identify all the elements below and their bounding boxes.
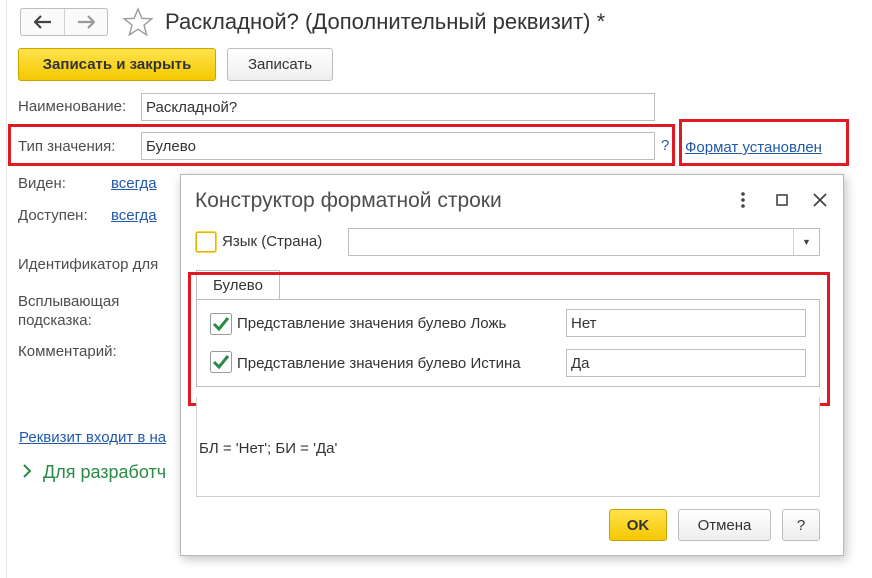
maximize-icon[interactable] <box>771 189 793 211</box>
available-link[interactable]: всегда <box>111 207 157 225</box>
boolean-highlight <box>188 272 830 406</box>
save-and-close-button[interactable]: Записать и закрыть <box>18 48 216 81</box>
dev-section-title: Для разработч <box>43 462 167 482</box>
format-link[interactable]: Формат установлен <box>685 139 822 157</box>
comment-label: Комментарий: <box>18 343 117 360</box>
type-label: Тип значения: <box>18 138 116 155</box>
window-title: Раскладной? (Дополнительный реквизит) * <box>165 9 606 34</box>
ok-button[interactable]: OK <box>609 509 667 541</box>
arrow-right-icon <box>78 15 95 29</box>
forward-button[interactable] <box>64 9 107 35</box>
tooltip-label-line2: подсказка: <box>18 312 92 329</box>
language-select[interactable]: ▼ <box>348 228 820 256</box>
close-icon[interactable] <box>809 189 831 211</box>
dialog-title: Конструктор форматной строки <box>195 189 502 212</box>
available-label: Доступен: <box>18 207 88 224</box>
type-field[interactable]: Булево <box>141 132 655 160</box>
visible-link[interactable]: всегда <box>111 175 157 193</box>
language-checkbox[interactable] <box>196 232 216 252</box>
format-string-dialog: Конструктор форматной строки Язык (Стран… <box>180 174 844 556</box>
chevron-down-icon[interactable]: ▼ <box>793 229 819 255</box>
left-border <box>6 0 7 578</box>
name-field[interactable]: Раскладной? <box>141 93 655 121</box>
nav-buttons <box>20 8 108 36</box>
property-set-link[interactable]: Реквизит входит в на <box>19 429 166 447</box>
save-button[interactable]: Записать <box>227 48 333 81</box>
cancel-button[interactable]: Отмена <box>678 509 771 541</box>
favorite-button[interactable] <box>122 7 154 37</box>
chevron-right-icon <box>23 464 32 478</box>
identifier-label: Идентификатор для <box>18 256 159 273</box>
back-button[interactable] <box>21 9 64 35</box>
help-button[interactable]: ? <box>782 509 820 541</box>
more-vertical-icon[interactable] <box>732 189 754 211</box>
visible-label: Виден: <box>18 175 66 192</box>
language-label: Язык (Страна) <box>222 233 323 250</box>
format-string-text: БЛ = 'Нет'; БИ = 'Да' <box>199 440 338 457</box>
star-icon <box>122 7 154 37</box>
arrow-left-icon <box>33 15 51 29</box>
tooltip-label-line1: Всплывающая <box>18 293 120 310</box>
type-help-link[interactable]: ? <box>661 137 669 154</box>
name-label: Наименование: <box>18 98 127 115</box>
